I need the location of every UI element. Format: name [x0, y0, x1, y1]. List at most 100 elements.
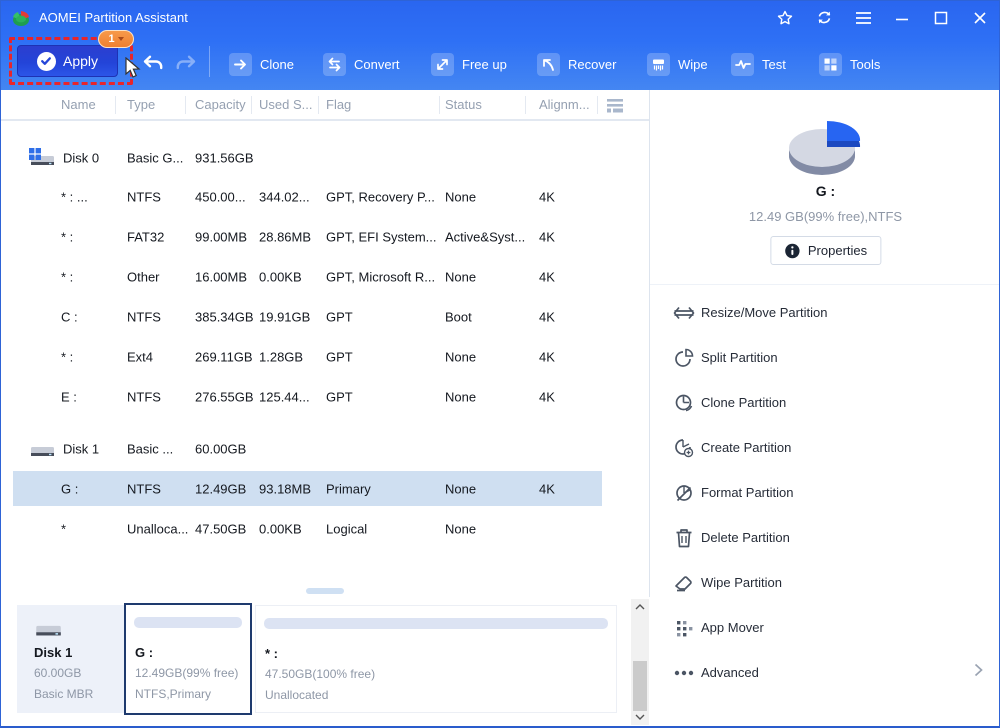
- free-up-button[interactable]: Free up: [431, 51, 507, 77]
- menu-icon[interactable]: [854, 9, 872, 27]
- titlebar[interactable]: AOMEI Partition Assistant: [1, 1, 999, 34]
- partition-name: G :: [135, 645, 153, 660]
- vertical-scrollbar[interactable]: [631, 599, 649, 725]
- maximize-icon[interactable]: [932, 9, 950, 27]
- cell-capacity: 47.50GB: [195, 521, 246, 536]
- table-row-disk1[interactable]: Disk 1 Basic ... 60.00GB: [13, 431, 602, 466]
- cell-capacity: 99.00MB: [195, 229, 247, 244]
- disk-size: 60.00GB: [34, 666, 81, 680]
- close-icon[interactable]: [971, 9, 989, 27]
- apply-button[interactable]: Apply: [17, 45, 118, 77]
- table-row-efi-partition[interactable]: * : FAT32 99.00MB 28.86MB GPT, EFI Syste…: [13, 219, 602, 254]
- column-separator[interactable]: [251, 96, 252, 114]
- cell-name: * : ...: [61, 189, 88, 204]
- table-row-e-partition[interactable]: E : NTFS 276.55GB 125.44... GPT None 4K: [13, 379, 602, 414]
- action-label: App Mover: [701, 620, 764, 635]
- column-header-alignment[interactable]: Alignm...: [539, 97, 590, 112]
- apply-label: Apply: [63, 53, 98, 69]
- action-clone-partition[interactable]: Clone Partition: [650, 380, 1000, 425]
- table-row-unallocated[interactable]: * Unalloca... 47.50GB 0.00KB Logical Non…: [13, 511, 602, 546]
- column-header-used[interactable]: Used S...: [259, 97, 312, 112]
- action-resize-move-partition[interactable]: Resize/Move Partition: [650, 290, 1000, 335]
- column-separator[interactable]: [318, 96, 319, 114]
- action-split-partition[interactable]: Split Partition: [650, 335, 1000, 380]
- partition-block-g-selected[interactable]: G : 12.49GB(99% free) NTFS,Primary: [124, 603, 252, 715]
- favorite-star-icon[interactable]: [776, 9, 794, 27]
- action-label: Advanced: [701, 665, 759, 680]
- redo-button[interactable]: [174, 52, 197, 75]
- cell-flag: Primary: [326, 481, 371, 496]
- wipe-button[interactable]: Wipe: [647, 51, 708, 77]
- action-format-partition[interactable]: Format Partition: [650, 470, 1000, 515]
- properties-button[interactable]: Properties: [770, 236, 881, 265]
- column-separator[interactable]: [185, 96, 186, 114]
- action-label: Create Partition: [701, 440, 791, 455]
- cell-type: NTFS: [127, 389, 161, 404]
- column-separator[interactable]: [597, 96, 598, 114]
- cell-type: Basic G...: [127, 150, 183, 165]
- table-row-ext4-partition[interactable]: * : Ext4 269.11GB 1.28GB GPT None 4K: [13, 339, 602, 374]
- column-header-type[interactable]: Type: [127, 97, 155, 112]
- column-separator[interactable]: [525, 96, 526, 114]
- cell-flag: GPT, Microsoft R...: [326, 269, 435, 284]
- action-app-mover[interactable]: App Mover: [650, 605, 1000, 650]
- column-separator[interactable]: [115, 96, 116, 114]
- action-label: Clone Partition: [701, 395, 786, 410]
- disk1-info-block[interactable]: Disk 1 60.00GB Basic MBR: [17, 605, 124, 713]
- scroll-down-arrow-icon[interactable]: [631, 709, 649, 725]
- action-wipe-partition[interactable]: Wipe Partition: [650, 560, 1000, 605]
- table-row-c-partition[interactable]: C : NTFS 385.34GB 19.91GB GPT Boot 4K: [13, 299, 602, 334]
- cell-flag: GPT: [326, 349, 353, 364]
- table-row-disk0[interactable]: Disk 0 Basic G... 931.56GB: [13, 140, 602, 175]
- column-header-capacity[interactable]: Capacity: [195, 97, 246, 112]
- cell-flag: GPT: [326, 389, 353, 404]
- panel-splitter-handle[interactable]: [306, 588, 344, 594]
- action-advanced[interactable]: Advanced: [650, 650, 1000, 695]
- refresh-icon[interactable]: [815, 9, 833, 27]
- cell-name: E :: [61, 389, 77, 404]
- system-disk-icon: [27, 146, 57, 170]
- column-separator[interactable]: [439, 96, 440, 114]
- table-row-msr-partition[interactable]: * : Other 16.00MB 0.00KB GPT, Microsoft …: [13, 259, 602, 294]
- cell-type: Unalloca...: [127, 521, 188, 536]
- column-header-name[interactable]: Name: [61, 97, 96, 112]
- partition-block-unallocated[interactable]: * : 47.50GB(100% free) Unallocated: [255, 605, 617, 713]
- toolbar-separator: [209, 46, 210, 77]
- test-button[interactable]: Test: [731, 51, 786, 77]
- cell-used: 93.18MB: [259, 481, 311, 496]
- action-label: Delete Partition: [701, 530, 790, 545]
- cell-name: *: [61, 521, 66, 536]
- action-create-partition[interactable]: Create Partition: [650, 425, 1000, 470]
- table-row-recovery-partition[interactable]: * : ... NTFS 450.00... 344.02... GPT, Re…: [13, 179, 602, 214]
- column-header-status[interactable]: Status: [445, 97, 482, 112]
- cell-capacity: 931.56GB: [195, 150, 254, 165]
- recover-button[interactable]: Recover: [537, 51, 616, 77]
- scrollbar-thumb[interactable]: [633, 661, 647, 711]
- table-header: Name Type Capacity Used S... Flag Status…: [1, 90, 649, 121]
- cell-flag: Logical: [326, 521, 367, 536]
- column-header-flag[interactable]: Flag: [326, 97, 351, 112]
- action-delete-partition[interactable]: Delete Partition: [650, 515, 1000, 560]
- clone-button[interactable]: Clone: [229, 51, 294, 77]
- action-label: Resize/Move Partition: [701, 305, 827, 320]
- convert-button[interactable]: Convert: [323, 51, 400, 77]
- partition-table-pane: Name Type Capacity Used S... Flag Status…: [1, 90, 650, 727]
- action-label: Format Partition: [701, 485, 793, 500]
- cell-status: None: [445, 481, 476, 496]
- sidebar-divider: [650, 284, 1000, 285]
- table-row-g-partition-selected[interactable]: G : NTFS 12.49GB 93.18MB Primary None 4K: [13, 471, 602, 506]
- pending-operations-badge[interactable]: 1: [98, 30, 134, 48]
- scroll-up-arrow-icon[interactable]: [631, 599, 649, 615]
- free-up-diagonal-arrow-icon: [431, 53, 454, 76]
- tools-button[interactable]: Tools: [819, 51, 880, 77]
- cell-name: G :: [61, 481, 78, 496]
- convert-label: Convert: [354, 57, 400, 72]
- cell-used: 125.44...: [259, 389, 310, 404]
- undo-button[interactable]: [141, 52, 164, 75]
- convert-swap-icon: [323, 53, 346, 76]
- properties-label: Properties: [808, 243, 867, 258]
- list-view-icon[interactable]: [604, 97, 626, 114]
- cell-alignment: 4K: [539, 269, 555, 284]
- minimize-icon[interactable]: [893, 9, 911, 27]
- check-circle-icon: [37, 52, 56, 71]
